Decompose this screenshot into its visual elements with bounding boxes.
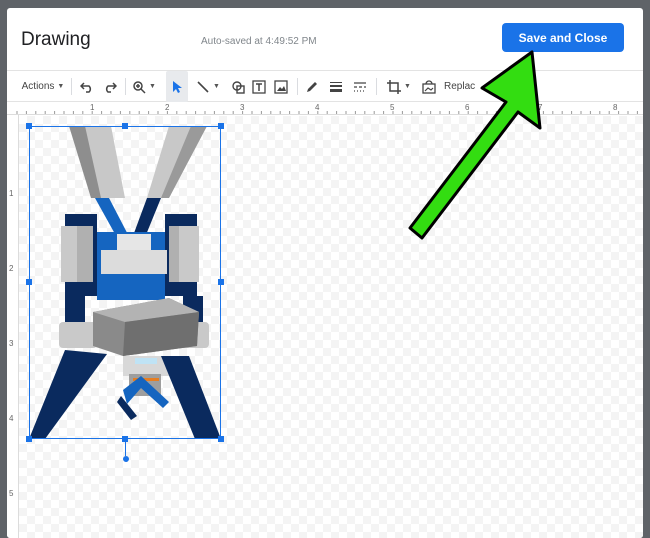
redo-icon[interactable] — [100, 71, 120, 102]
vertical-ruler: 1 2 3 4 5 — [7, 115, 19, 538]
resize-handle-right[interactable] — [218, 279, 224, 285]
line-icon[interactable]: ▼ — [191, 71, 225, 102]
ruler-number: 3 — [9, 339, 14, 348]
line-caret-icon: ▼ — [213, 83, 220, 90]
replace-label: Replac — [444, 81, 476, 92]
actions-menu[interactable]: Actions ▼ — [19, 71, 67, 102]
crop-icon[interactable]: ▼ — [381, 71, 417, 102]
toolbar-divider — [71, 78, 72, 95]
resize-handle-left[interactable] — [26, 279, 32, 285]
drawing-toolbar: Actions ▼ ▼ ▼ ▼ Replac — [7, 70, 643, 102]
toolbar-divider — [376, 78, 377, 95]
line-dash-icon[interactable] — [350, 71, 370, 102]
ruler-ticks — [16, 111, 638, 114]
ruler-number: 5 — [9, 489, 14, 498]
resize-handle-bottom-left[interactable] — [26, 436, 32, 442]
resize-handle-top-left[interactable] — [26, 123, 32, 129]
ruler-number: 4 — [9, 414, 14, 423]
ruler-number: 1 — [9, 189, 14, 198]
pen-icon[interactable] — [302, 71, 322, 102]
select-icon[interactable] — [166, 71, 188, 102]
ruler-number: 8 — [613, 103, 618, 112]
rotation-stem — [125, 440, 126, 456]
actions-label: Actions — [21, 81, 55, 92]
zoom-caret-icon: ▼ — [149, 83, 156, 90]
ruler-number: 2 — [165, 103, 170, 112]
robot-illustration[interactable] — [29, 126, 221, 439]
replace-image-button[interactable]: Replac — [444, 71, 476, 102]
reset-image-icon[interactable] — [419, 71, 439, 102]
zoom-icon[interactable]: ▼ — [129, 71, 159, 102]
autosave-status: Auto-saved at 4:49:52 PM — [201, 36, 317, 47]
ruler-number: 5 — [390, 103, 395, 112]
ruler-number: 3 — [240, 103, 245, 112]
undo-icon[interactable] — [77, 71, 97, 102]
rotation-handle[interactable] — [123, 456, 129, 462]
save-and-close-button[interactable]: Save and Close — [502, 23, 624, 52]
resize-handle-top[interactable] — [122, 123, 128, 129]
dialog-title: Drawing — [21, 29, 91, 50]
text-box-icon[interactable] — [250, 71, 268, 102]
ruler-number: 6 — [465, 103, 470, 112]
ruler-number: 2 — [9, 264, 14, 273]
image-icon[interactable] — [272, 71, 290, 102]
ruler-number: 4 — [315, 103, 320, 112]
ruler-number: 1 — [90, 103, 95, 112]
line-weight-icon[interactable] — [326, 71, 346, 102]
toolbar-divider — [297, 78, 298, 95]
ruler-number: 7 — [538, 103, 543, 112]
toolbar-divider — [125, 78, 126, 95]
crop-caret-icon: ▼ — [404, 83, 411, 90]
shape-icon[interactable] — [229, 71, 247, 102]
actions-caret-icon: ▼ — [57, 83, 65, 90]
resize-handle-top-right[interactable] — [218, 123, 224, 129]
horizontal-ruler: 1 2 3 4 5 6 7 8 — [7, 102, 643, 115]
resize-handle-bottom-right[interactable] — [218, 436, 224, 442]
